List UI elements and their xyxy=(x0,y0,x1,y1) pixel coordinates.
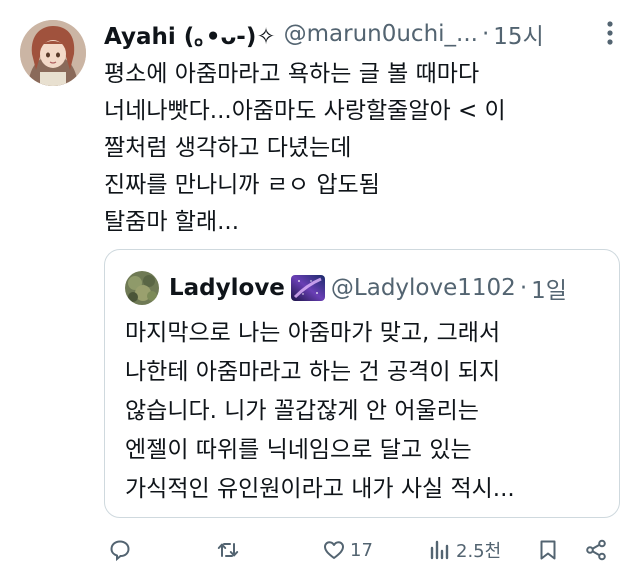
quoted-text-line: 나한테 아줌마라고 하는 건 공격이 되지 xyxy=(125,359,501,385)
views-count: 2.5천 xyxy=(456,541,502,562)
views-chart-icon xyxy=(430,540,449,560)
retweet-icon xyxy=(217,543,239,557)
anime-avatar-icon xyxy=(20,20,86,86)
quoted-tweet[interactable]: Ladylove @Ladylove1102 · 1일 마지막으로 나는 아줌마… xyxy=(104,249,620,518)
quoted-user-avatar[interactable] xyxy=(125,271,159,305)
landscape-avatar-icon xyxy=(125,271,159,305)
display-name[interactable]: Ayahi (｡•ᴗ-)✧ xyxy=(104,17,276,51)
more-vertical-icon[interactable] xyxy=(596,18,624,48)
share-icon xyxy=(586,539,606,561)
bookmark-icon xyxy=(540,540,556,560)
tweet-header: Ayahi (｡•ᴗ-)✧ @marun0uchi_... · 15시 xyxy=(104,14,624,54)
quoted-user-handle[interactable]: @Ladylove1102 xyxy=(331,275,516,301)
action-bar: 17 2.5천 xyxy=(104,530,624,570)
heart-icon xyxy=(324,541,344,559)
quoted-timestamp[interactable]: 1일 xyxy=(531,271,567,305)
tweet-text-line: 평소에 아줌마라고 욕하는 글 볼 때마다 xyxy=(104,61,480,87)
quoted-text-line: 가식적인 유인원이라고 내가 사실 적시... xyxy=(125,476,515,502)
retweet-button[interactable] xyxy=(216,530,240,570)
bookmark-button[interactable] xyxy=(536,530,560,570)
tweet-text-line: 진짜를 만나니까 ㄹㅇ 압도됨 xyxy=(104,172,380,198)
reply-button[interactable] xyxy=(108,530,132,570)
quoted-text-line: 않습니다. 니가 꼴갑잖게 안 어울리는 xyxy=(125,398,479,424)
like-button[interactable]: 17 xyxy=(322,530,373,570)
reply-icon xyxy=(110,540,130,562)
quoted-tweet-text: 마지막으로 나는 아줌마가 맞고, 그래서 나한테 아줌마라고 하는 건 공격이… xyxy=(125,314,615,509)
tweet-text-line: 탈줌마 할래... xyxy=(104,209,240,235)
quoted-tweet-header: Ladylove @Ladylove1102 · 1일 xyxy=(125,268,605,308)
share-button[interactable] xyxy=(584,530,608,570)
user-avatar[interactable] xyxy=(20,20,86,86)
user-handle[interactable]: @marun0uchi_... xyxy=(284,21,478,47)
separator-dot: · xyxy=(481,21,490,47)
tweet-text-line: 짤처럼 생각하고 다녔는데 xyxy=(104,135,352,161)
tweet-card: Ayahi (｡•ᴗ-)✧ @marun0uchi_... · 15시 평소에 … xyxy=(0,0,640,573)
views-button[interactable]: 2.5천 xyxy=(428,530,501,570)
quoted-text-line: 마지막으로 나는 아줌마가 맞고, 그래서 xyxy=(125,320,501,346)
tweet-text-line: 너네나빳다...아줌마도 사랑할줄알아 < 이 xyxy=(104,98,506,124)
timestamp[interactable]: 15시 xyxy=(493,17,543,51)
quoted-text-line: 엔젤이 따위를 닉네임으로 달고 있는 xyxy=(125,437,472,463)
quoted-display-name[interactable]: Ladylove xyxy=(169,275,285,301)
galaxy-emoji-icon xyxy=(290,275,325,301)
like-count: 17 xyxy=(350,539,373,561)
tweet-text: 평소에 아줌마라고 욕하는 글 볼 때마다 너네나빳다...아줌마도 사랑할줄알… xyxy=(104,56,624,241)
separator-dot: · xyxy=(519,275,528,301)
